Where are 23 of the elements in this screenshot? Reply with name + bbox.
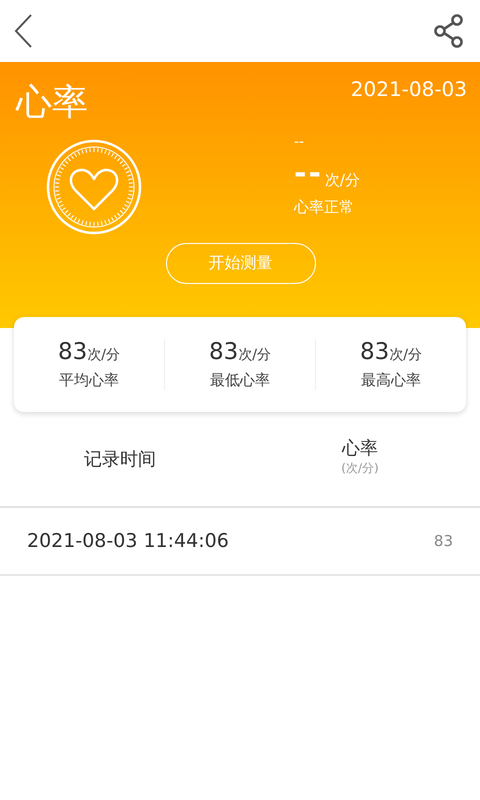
start-button[interactable]: 开始测量 bbox=[166, 243, 316, 284]
unit-label: 次/分 bbox=[324, 170, 360, 190]
current-reading: -- bbox=[294, 158, 323, 190]
previous-reading: -- bbox=[294, 133, 306, 152]
date-label: 2021-08-03 bbox=[350, 76, 467, 102]
stat-label: 平均心率 bbox=[59, 371, 119, 390]
column-header: 记录时间 bbox=[84, 448, 156, 471]
unit-label: 次/分 bbox=[87, 346, 120, 364]
page-title: 心率 bbox=[16, 81, 88, 125]
column-header: 心率 bbox=[342, 436, 378, 460]
stat-value: 83 bbox=[360, 339, 390, 365]
table-cell: 2021-08-03 11:44:06 bbox=[27, 530, 229, 552]
stat-value: 83 bbox=[58, 339, 88, 365]
status-label: 心率正常 bbox=[294, 197, 355, 218]
table-cell: 83 bbox=[434, 532, 453, 550]
unit-label: 次/分 bbox=[238, 346, 271, 364]
back-icon[interactable] bbox=[13, 13, 33, 49]
unit-label: 次/分 bbox=[389, 346, 422, 364]
stat-value: 83 bbox=[209, 339, 238, 365]
stat-label: 最低心率 bbox=[210, 371, 270, 390]
stat-label: 最高心率 bbox=[361, 371, 421, 390]
heart-dial-icon bbox=[46, 139, 142, 235]
unit-label: (次/分) bbox=[341, 460, 379, 476]
